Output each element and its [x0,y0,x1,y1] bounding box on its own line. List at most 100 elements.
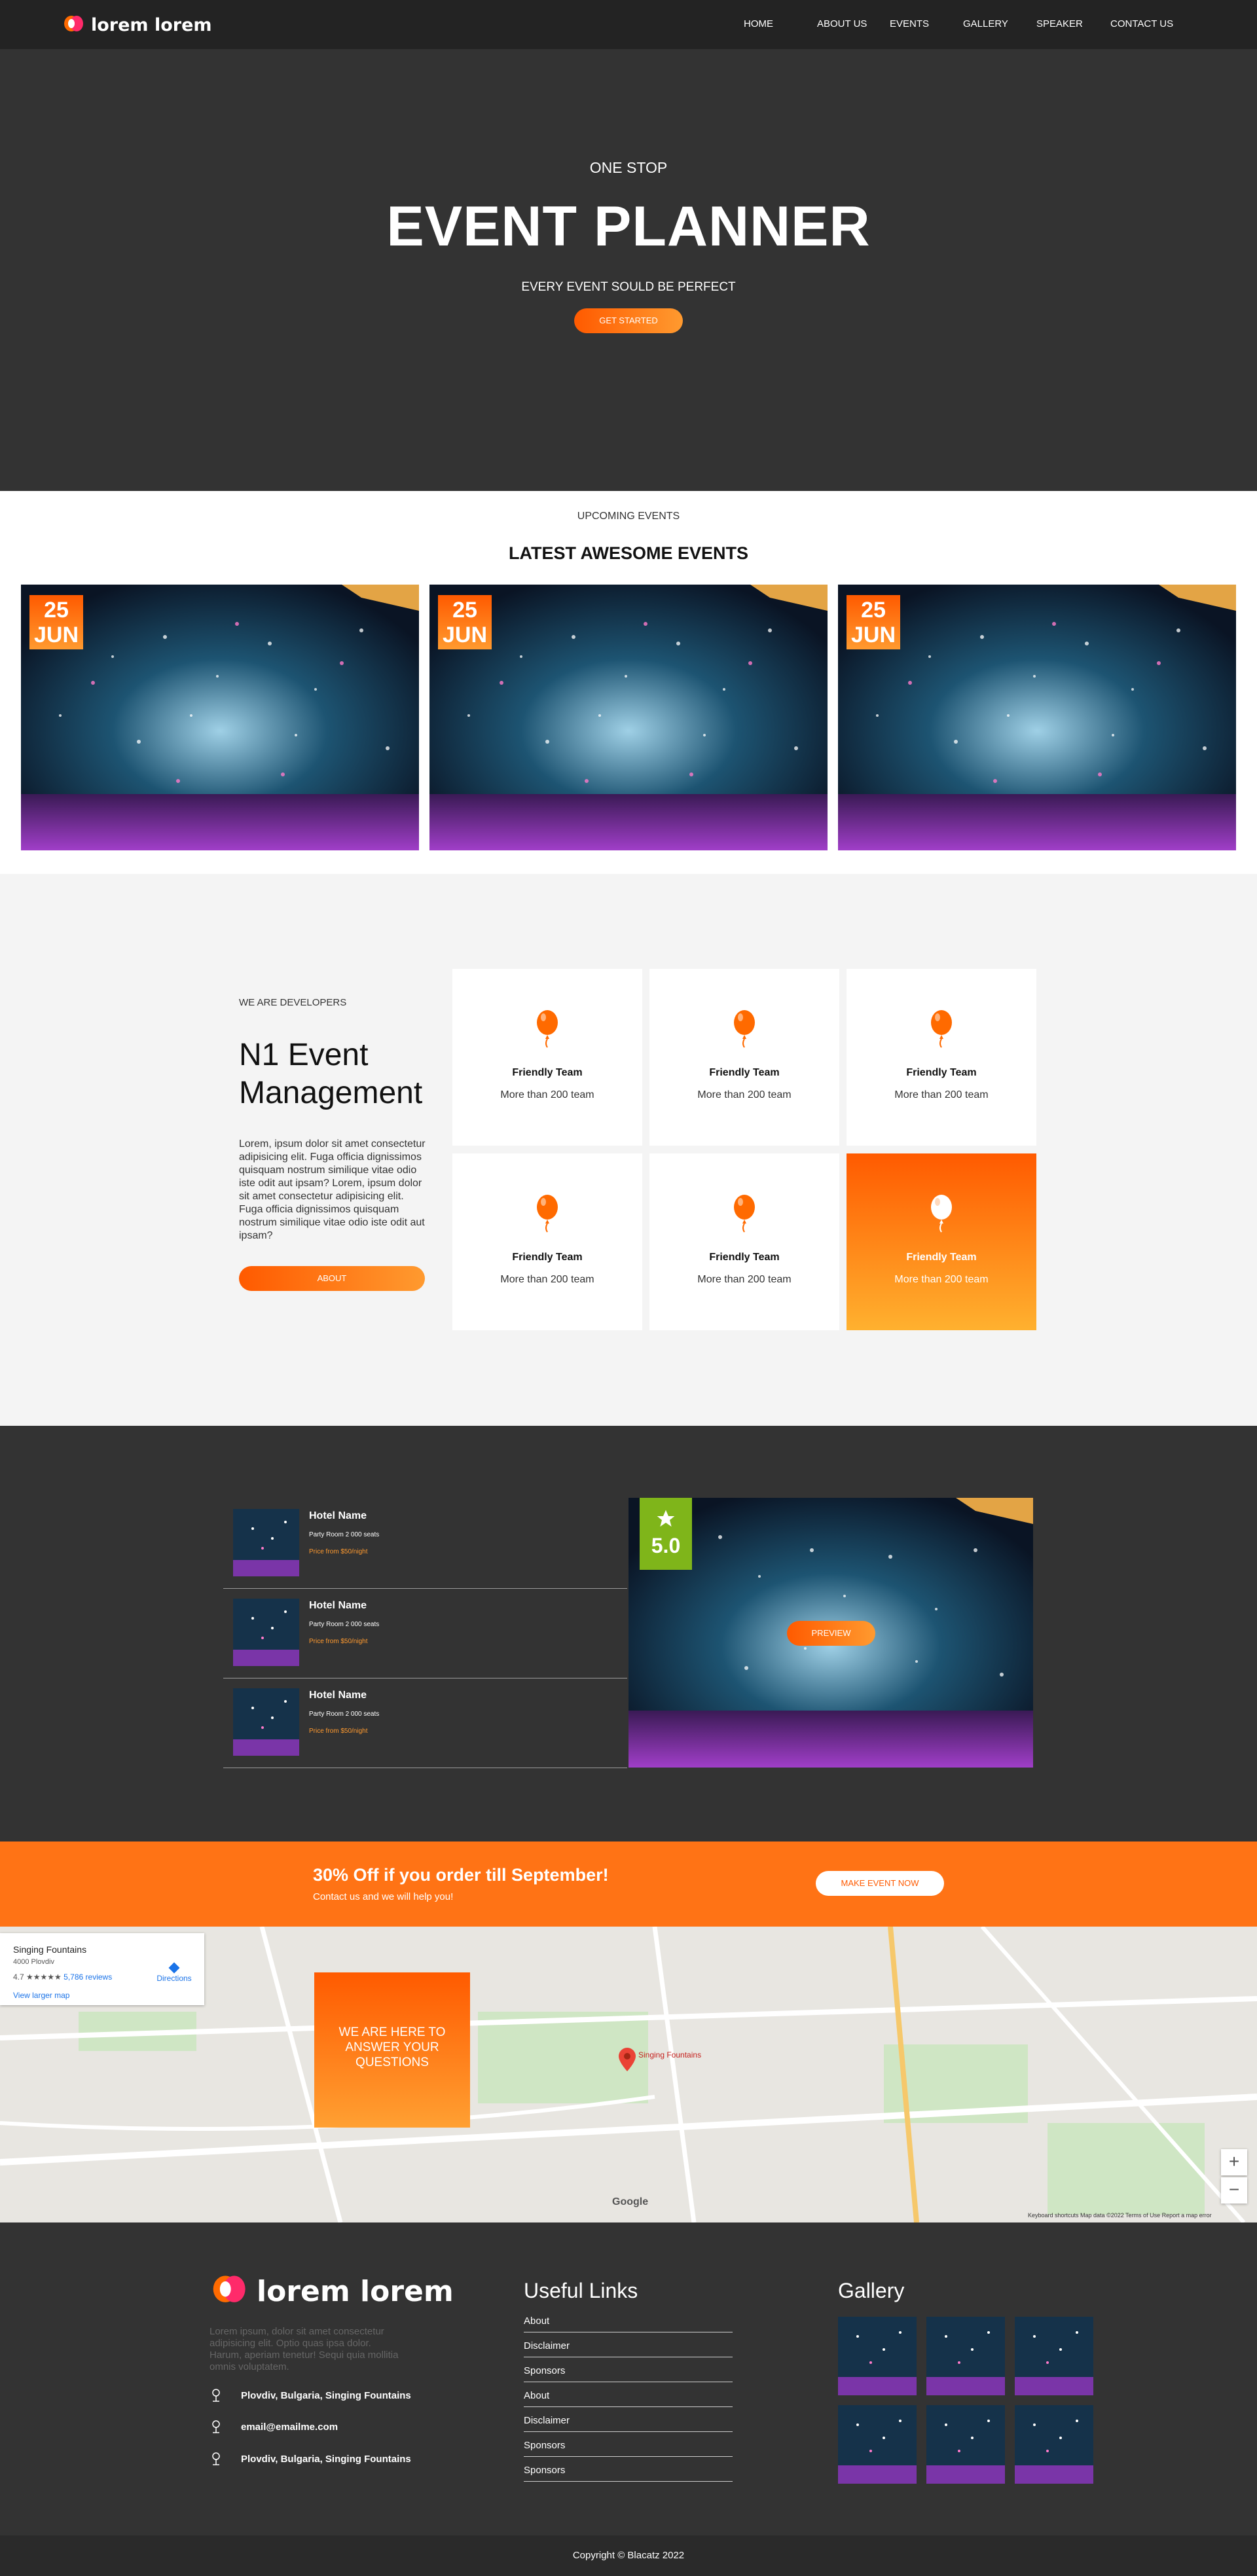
footer-link[interactable]: Sponsors [524,2357,733,2382]
map-pin-icon [619,2048,636,2071]
zoom-out-button[interactable]: − [1221,2177,1247,2204]
feature-title: Friendly Team [512,1067,583,1078]
directions-label: Directions [156,1974,192,1983]
feature-card[interactable]: Friendly Team More than 200 team [452,1153,642,1330]
developers-kicker: WE ARE DEVELOPERS [239,997,347,1008]
footer-brand-name: lorem lorem [257,2274,454,2308]
map-pin-label: Singing Fountains [638,2050,702,2059]
make-event-now-button[interactable]: MAKE EVENT NOW [816,1871,944,1896]
promo-title: 30% Off if you order till September! [313,1865,609,1885]
preview-button[interactable]: PREVIEW [787,1621,875,1646]
hotel-description: Party Room 2 000 seats [309,1621,380,1628]
hotel-thumbnail [233,1599,299,1666]
hero-kicker: ONE STOP [589,159,668,176]
footer: lorem lorem Lorem ipsum, dolor sit amet … [0,2222,1257,2535]
about-button[interactable]: ABOUT [239,1266,425,1291]
balloon-icon [931,1010,952,1048]
hotel-row[interactable]: Hotel Name Party Room 2 000 seats Price … [223,1589,627,1678]
date-badge: 25 JUN [29,595,83,649]
feature-title: Friendly Team [512,1252,583,1263]
balloon-icon [734,1195,755,1233]
hero-subtitle: EVERY EVENT SOULD BE PERFECT [521,280,736,294]
hotel-thumbnail [233,1688,299,1756]
gallery-thumbnail[interactable] [926,2405,1005,2484]
date-month: JUN [33,623,79,647]
feature-title: Friendly Team [709,1252,780,1263]
developers-section: WE ARE DEVELOPERS N1 Event Management Lo… [0,874,1257,1426]
nav-home[interactable]: HOME [744,18,773,29]
event-card[interactable]: 25 JUN [429,585,828,850]
footer-link[interactable]: Sponsors [524,2457,733,2482]
feature-card-active[interactable]: Friendly Team More than 200 team [847,1153,1036,1330]
contact-email-text: email@emailme.com [241,2421,338,2433]
rating-badge: 5.0 [640,1498,692,1570]
gallery-thumbnail[interactable] [1015,2405,1093,2484]
footer-logo[interactable]: lorem lorem [210,2274,454,2309]
gallery-thumbnail[interactable] [838,2405,917,2484]
feature-card[interactable]: Friendly Team More than 200 team [649,1153,839,1330]
nav-gallery[interactable]: GALLERY [963,18,1008,29]
contact-email[interactable]: email@emailme.com [211,2420,338,2434]
zoom-in-button[interactable]: + [1221,2149,1247,2175]
feature-card[interactable]: Friendly Team More than 200 team [649,969,839,1146]
feature-title: Friendly Team [709,1067,780,1078]
copyright: Copyright © Blacatz 2022 [0,2535,1257,2576]
feature-subtitle: More than 200 team [500,1089,594,1100]
developers-title: N1 Event Management [239,1038,423,1110]
gallery-thumbnail[interactable] [1015,2317,1093,2395]
feature-card[interactable]: Friendly Team More than 200 team [847,969,1036,1146]
gallery-thumbnail[interactable] [926,2317,1005,2395]
answer-box: WE ARE HERE TO ANSWER YOUR QUESTIONS [314,1972,470,2128]
map-rating: 4.7 ★★★★★ 5,786 reviews [13,1972,112,1982]
contact-address-text: Plovdiv, Bulgaria, Singing Fountains [241,2389,411,2401]
google-logo: Google [612,2196,649,2207]
directions-link[interactable]: Directions [155,1962,194,1983]
promo-banner: 30% Off if you order till September! Con… [0,1841,1257,1927]
feature-title: Friendly Team [906,1067,977,1078]
nav-events[interactable]: EVENTS [890,18,929,29]
map-reviews-link[interactable]: 5,786 reviews [64,1972,112,1982]
footer-link[interactable]: Disclaimer [524,2407,733,2432]
get-started-button[interactable]: GET STARTED [574,308,683,333]
hero: ONE STOP EVENT PLANNER EVERY EVENT SOULD… [0,49,1257,491]
rating-value: 5.0 [651,1534,681,1557]
footer-link[interactable]: About [524,2382,733,2407]
balloon-logo-icon [213,2276,246,2302]
feature-subtitle: More than 200 team [500,1274,594,1285]
event-card[interactable]: 25 JUN [21,585,419,850]
logo[interactable]: lorem lorem [62,14,212,35]
feature-subtitle: More than 200 team [894,1274,989,1285]
hotel-description: Party Room 2 000 seats [309,1531,380,1538]
footer-link[interactable]: Disclaimer [524,2332,733,2357]
feature-card[interactable]: Friendly Team More than 200 team [452,969,642,1146]
nav-speaker[interactable]: SPEAKER [1036,18,1083,29]
page: lorem lorem HOME ABOUT US EVENTS GALLERY… [0,0,1257,2576]
map-pin[interactable]: Singing Fountains [619,2048,701,2075]
map[interactable]: Singing Fountains 4000 Plovdiv 4.7 ★★★★★… [0,1927,1257,2222]
hotels-section: Hotel Name Party Room 2 000 seats Price … [0,1426,1257,1841]
balloon-icon [537,1010,558,1048]
map-attribution: Keyboard shortcuts Map data ©2022 Terms … [1028,2212,1212,2219]
hero-title: EVENT PLANNER [386,195,871,258]
upcoming-title: LATEST AWESOME EVENTS [508,543,749,563]
footer-link[interactable]: About [524,2308,733,2332]
footer-link[interactable]: Sponsors [524,2432,733,2457]
nav-contact-us[interactable]: CONTACT US [1110,18,1173,29]
balloon-icon [537,1195,558,1233]
hotel-row[interactable]: Hotel Name Party Room 2 000 seats Price … [223,1499,627,1589]
balloon-icon [734,1010,755,1048]
date-month: JUN [442,623,488,647]
contact-address: Plovdiv, Bulgaria, Singing Fountains [211,2388,411,2403]
hotel-row[interactable]: Hotel Name Party Room 2 000 seats Price … [223,1678,627,1768]
contact-address: Plovdiv, Bulgaria, Singing Fountains [211,2452,411,2466]
gallery-thumbnail[interactable] [838,2317,917,2395]
nav-about-us[interactable]: ABOUT US [817,18,867,29]
event-card[interactable]: 25 JUN [838,585,1236,850]
hotel-name: Hotel Name [309,1510,367,1521]
feature-title: Friendly Team [906,1252,977,1263]
date-day: 25 [861,598,886,623]
view-larger-map-link[interactable]: View larger map [13,1991,69,2000]
hotel-name: Hotel Name [309,1690,367,1701]
date-day: 25 [44,598,69,623]
hotel-description: Party Room 2 000 seats [309,1711,380,1718]
